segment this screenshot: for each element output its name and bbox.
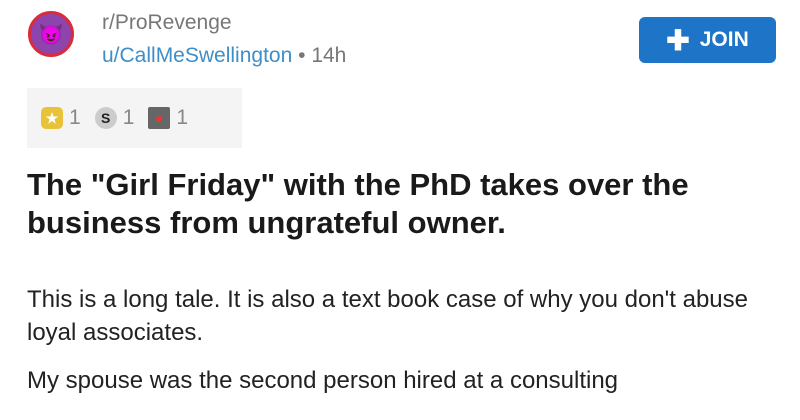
post-body-paragraph: This is a long tale. It is also a text b… [27,286,748,346]
post-body-paragraph: My spouse was the second person hired at… [27,367,619,394]
post-title[interactable]: The "Girl Friday" with the PhD takes ove… [27,166,787,242]
award-count: 1 [122,106,135,129]
plus-icon: ✚ [666,24,690,56]
image-award-icon: ● [148,107,171,129]
gold-star-award-icon: ★ [41,107,63,129]
devil-face-icon: 😈 [38,23,64,46]
awards-bar[interactable]: ★ 1 S1 ● 1 [27,88,242,148]
post-meta: u/CallMeSwellington • 14h [102,44,346,68]
join-button[interactable]: ✚ JOIN [639,17,776,63]
subreddit-name[interactable]: r/ProRevenge [102,11,232,35]
award-count: 1 [176,106,189,129]
author-link[interactable]: u/CallMeSwellington [102,44,292,67]
separator: • [298,44,306,67]
award-count: 1 [69,106,81,129]
silver-s-award-icon: S [94,107,117,129]
post-age: 14h [311,44,347,67]
subreddit-avatar[interactable]: 😈 [28,11,74,57]
